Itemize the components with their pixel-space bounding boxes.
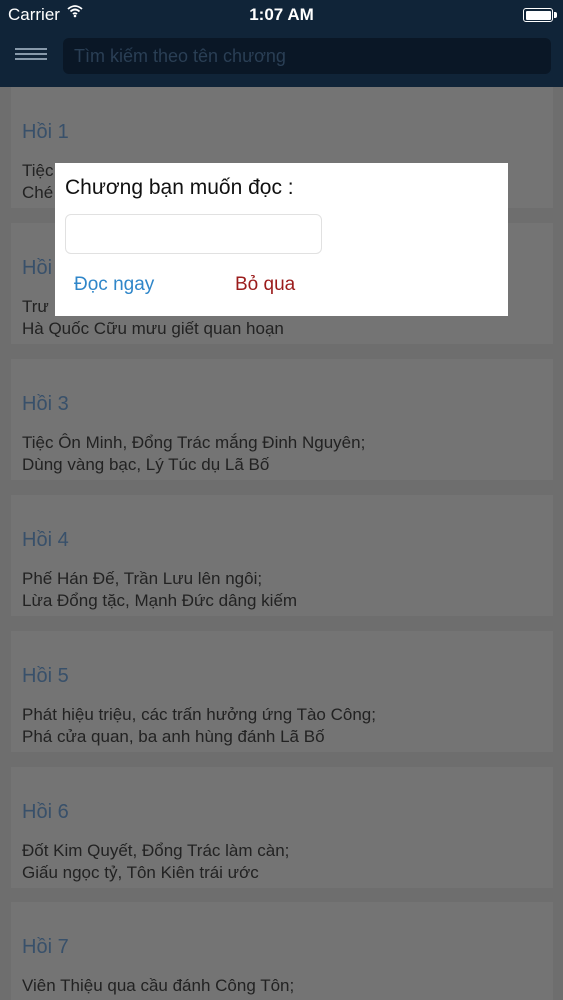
dialog-title: Chương bạn muốn đọc : <box>65 176 294 199</box>
dialog-overlay: Chương bạn muốn đọc : Đọc ngay Bỏ qua <box>0 0 563 1000</box>
skip-button[interactable]: Bỏ qua <box>235 274 295 296</box>
chapter-dialog: Chương bạn muốn đọc : Đọc ngay Bỏ qua <box>55 163 508 316</box>
chapter-number-input[interactable] <box>65 214 322 254</box>
read-now-button[interactable]: Đọc ngay <box>74 274 154 296</box>
